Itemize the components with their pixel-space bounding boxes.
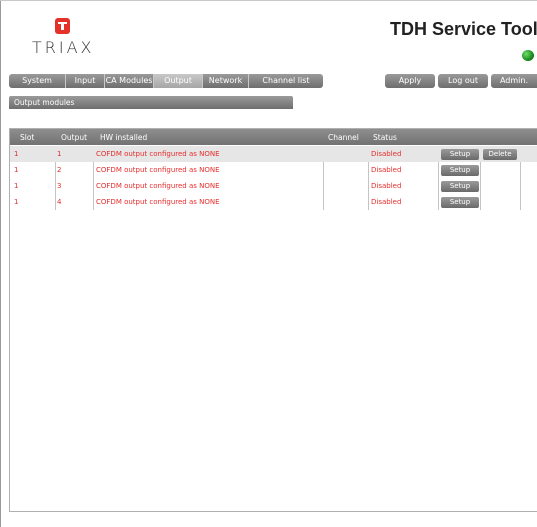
cell-output: 2 [57,166,62,174]
apply-button[interactable]: Apply [385,74,435,88]
col-header-slot: Slot [20,133,35,142]
app-title: TDH Service Tool [390,19,537,39]
col-header-output: Output [61,133,88,142]
setup-button[interactable]: Setup [441,181,479,192]
tab-system[interactable]: System [9,74,66,88]
logo-text: TRIAX [32,38,95,57]
logout-button[interactable]: Log out [438,74,488,88]
triax-logo-icon [55,18,70,34]
cell-hw: COFDM output configured as NONE [96,166,220,174]
triax-logo: TRIAX [26,18,106,62]
table-header [10,129,537,145]
cell-output: 4 [57,198,62,206]
cell-status: Disabled [371,198,402,206]
cell-status: Disabled [371,182,402,190]
window-top-border [0,0,537,1]
section-title-bar: Output modules [9,96,293,109]
status-led-icon [522,50,534,61]
cell-hw: COFDM output configured as NONE [96,198,220,206]
delete-button[interactable]: Delete [483,149,517,160]
cell-output: 1 [57,150,62,158]
cell-slot: 1 [14,166,19,174]
tab-output[interactable]: Output [154,74,203,88]
cell-hw: COFDM output configured as NONE [96,182,220,190]
tab-channel-list[interactable]: Channel list [249,74,323,88]
tab-ca-modules[interactable]: CA Modules [105,74,154,88]
tab-input[interactable]: Input [66,74,105,88]
cell-slot: 1 [14,150,19,158]
cell-status: Disabled [371,166,402,174]
cell-slot: 1 [14,198,19,206]
col-header-hw: HW installed [100,133,148,142]
col-header-status: Status [373,133,397,142]
window-left-border [0,0,1,527]
cell-hw: COFDM output configured as NONE [96,150,220,158]
tab-network[interactable]: Network [203,74,249,88]
cell-status: Disabled [371,150,402,158]
cell-slot: 1 [14,182,19,190]
col-header-channel: Channel [328,133,359,142]
main-nav: System Input CA Modules Output Network C… [9,74,323,88]
cell-output: 3 [57,182,62,190]
setup-button[interactable]: Setup [441,165,479,176]
setup-button[interactable]: Setup [441,149,479,160]
setup-button[interactable]: Setup [441,197,479,208]
admin-button[interactable]: Admin. [491,74,537,88]
app-window: TRIAX TDH Service Tool System Input CA M… [0,0,537,527]
